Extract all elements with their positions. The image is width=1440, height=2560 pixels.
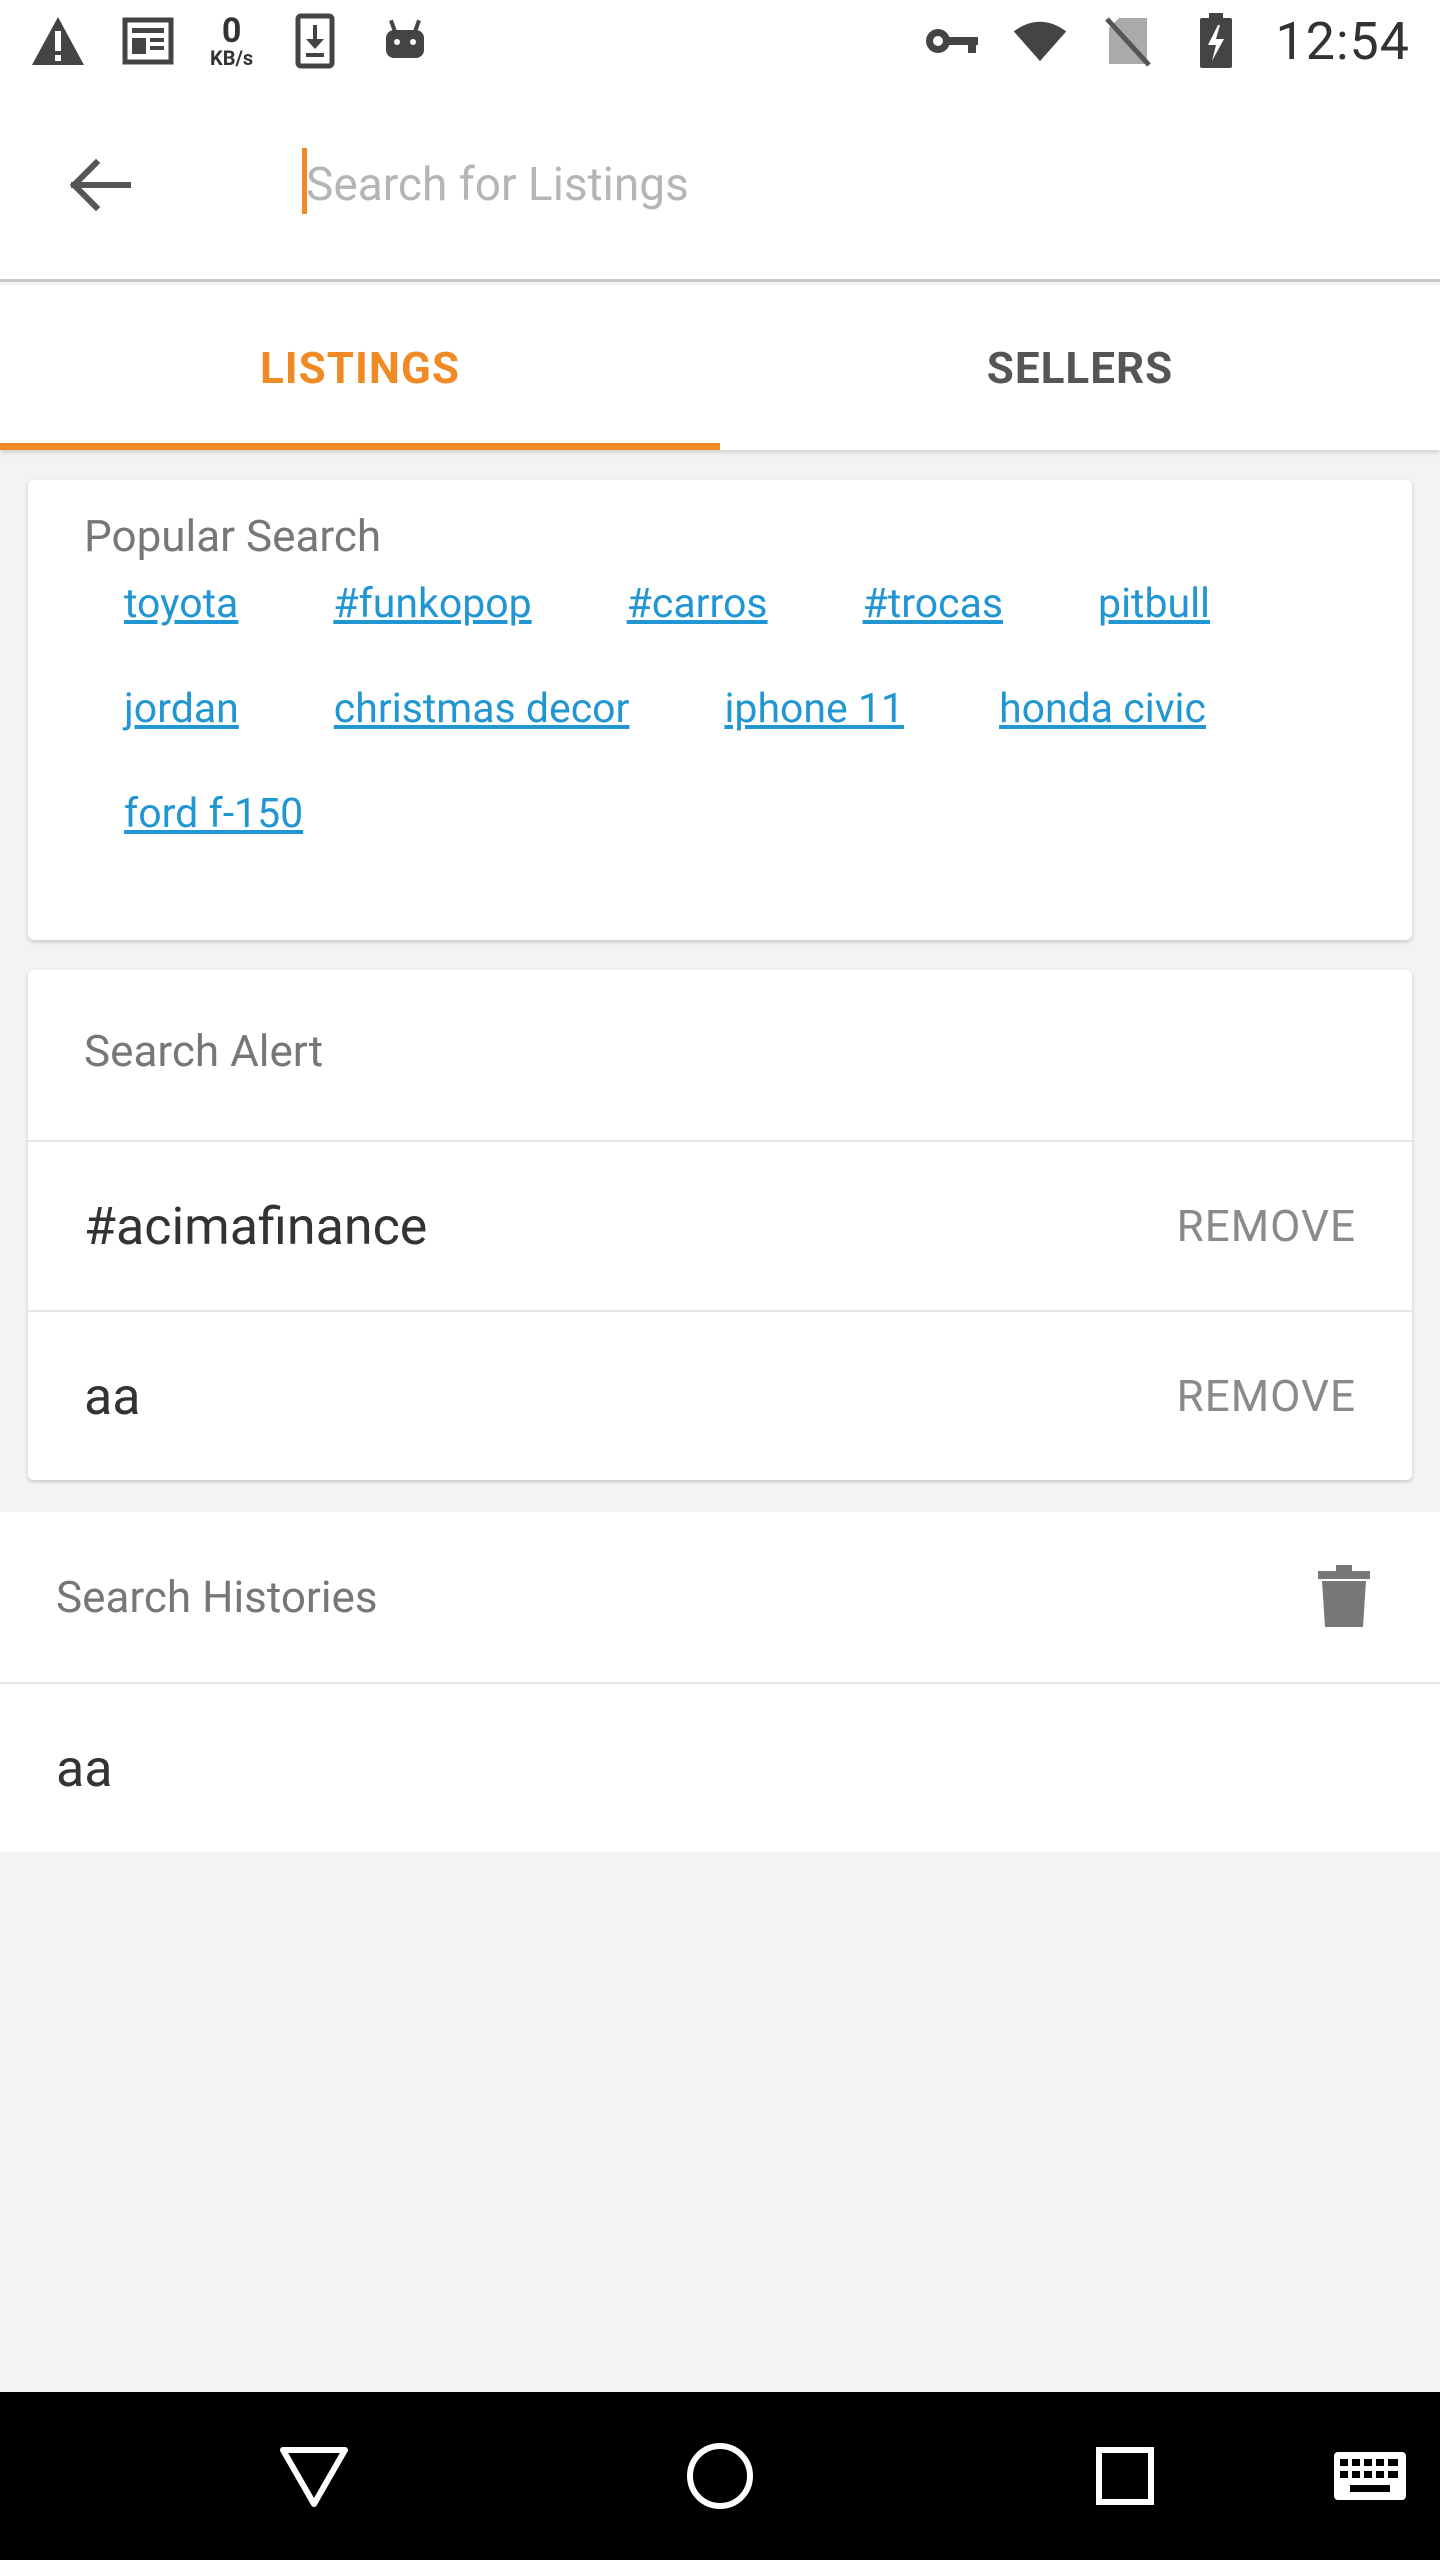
search-histories-header: Search Histories — [0, 1512, 1440, 1682]
news-icon — [120, 13, 176, 69]
popular-tag[interactable]: pitbull — [1098, 580, 1210, 628]
net-speed-unit: KB/s — [210, 46, 254, 70]
battery-charging-icon — [1188, 13, 1244, 69]
search-alert-item: aa REMOVE — [28, 1310, 1412, 1480]
popular-tag[interactable]: #funkopop — [333, 580, 531, 628]
search-field — [302, 140, 1382, 230]
search-histories-section: Search Histories aa — [0, 1512, 1440, 1852]
warning-icon — [30, 13, 86, 69]
status-right-icons: 12:54 — [924, 11, 1411, 72]
search-histories-title: Search Histories — [56, 1571, 378, 1623]
home-circle-icon — [687, 2443, 753, 2509]
vpn-key-icon — [924, 13, 980, 69]
status-left-icons: 0 KB/s — [30, 13, 433, 69]
wifi-icon — [1012, 13, 1068, 69]
no-sim-icon — [1100, 13, 1156, 69]
popular-search-card: Popular Search toyota #funkopop #carros … — [28, 480, 1412, 940]
popular-tag[interactable]: jordan — [124, 685, 239, 733]
clear-history-button[interactable] — [1304, 1557, 1384, 1637]
status-bar: 0 KB/s 12:54 — [0, 0, 1440, 82]
popular-tag[interactable]: #carros — [627, 580, 768, 628]
back-button[interactable] — [55, 140, 145, 230]
nav-back-button[interactable] — [264, 2426, 364, 2526]
popular-tag[interactable]: christmas decor — [334, 685, 630, 733]
popular-tag[interactable]: #trocas — [863, 580, 1003, 628]
search-alert-card: Search Alert #acimafinance REMOVE aa REM… — [28, 970, 1412, 1480]
trash-icon — [1318, 1565, 1370, 1627]
tab-sellers[interactable]: SELLERS — [720, 285, 1440, 450]
remove-alert-button[interactable]: REMOVE — [1177, 1200, 1356, 1252]
net-speed-value: 0 — [221, 11, 242, 51]
keyboard-icon — [1334, 2452, 1406, 2500]
search-alert-term[interactable]: aa — [84, 1366, 141, 1427]
nav-keyboard-button[interactable] — [1320, 2426, 1420, 2526]
android-icon — [377, 13, 433, 69]
arrow-back-icon — [69, 158, 131, 212]
search-alert-item: #acimafinance REMOVE — [28, 1140, 1412, 1310]
search-input[interactable] — [306, 140, 1376, 230]
net-speed-icon: 0 KB/s — [210, 14, 253, 68]
popular-tag[interactable]: ford f-150 — [124, 790, 303, 838]
nav-home-button[interactable] — [670, 2426, 770, 2526]
popular-search-tags: toyota #funkopop #carros #trocas pitbull… — [68, 580, 1368, 895]
nav-recents-button[interactable] — [1075, 2426, 1175, 2526]
status-clock: 12:54 — [1275, 10, 1410, 72]
popular-search-title: Popular Search — [84, 510, 382, 562]
download-icon — [287, 13, 343, 69]
back-triangle-icon — [280, 2447, 348, 2507]
remove-alert-button[interactable]: REMOVE — [1177, 1370, 1356, 1422]
search-header — [0, 82, 1440, 282]
tab-listings[interactable]: LISTINGS — [0, 285, 720, 450]
recents-square-icon — [1096, 2447, 1154, 2505]
popular-tag[interactable]: honda civic — [999, 685, 1206, 733]
search-alert-title: Search Alert — [84, 1025, 324, 1077]
search-history-term: aa — [56, 1737, 113, 1799]
system-nav-bar — [0, 2392, 1440, 2560]
tab-bar: LISTINGS SELLERS — [0, 285, 1440, 450]
popular-tag[interactable]: iphone 11 — [724, 685, 904, 733]
search-alert-term[interactable]: #acimafinance — [84, 1196, 427, 1257]
search-history-item[interactable]: aa — [0, 1682, 1440, 1852]
popular-tag[interactable]: toyota — [124, 580, 238, 628]
